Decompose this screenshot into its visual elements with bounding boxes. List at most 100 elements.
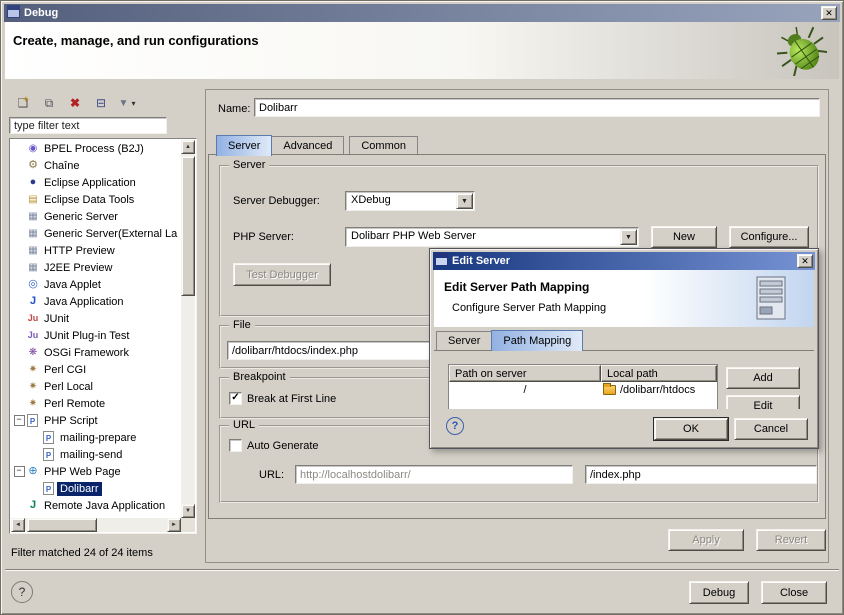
tree-item[interactable]: OSGi Framework bbox=[11, 344, 181, 361]
scroll-left-button[interactable]: ◄ bbox=[11, 518, 25, 532]
filter-button[interactable] bbox=[115, 93, 139, 113]
ok-button[interactable]: OK bbox=[654, 418, 728, 440]
tree-item-label: OSGi Framework bbox=[41, 346, 132, 360]
cancel-button[interactable]: Cancel bbox=[734, 418, 808, 440]
server-debugger-label: Server Debugger: bbox=[233, 195, 320, 207]
tree-item-icon bbox=[25, 498, 41, 513]
column-header-local-path[interactable]: Local path bbox=[601, 365, 717, 382]
tree-item-label: Eclipse Data Tools bbox=[41, 193, 137, 207]
tree-vertical-scrollbar[interactable]: ▲ ▼ bbox=[181, 140, 195, 518]
tree-horizontal-scrollbar[interactable]: ◄ ► bbox=[11, 518, 181, 532]
dialog-heading: Edit Server Path Mapping bbox=[444, 280, 589, 294]
new-config-button[interactable] bbox=[11, 93, 35, 113]
php-server-combo[interactable]: Dolibarr PHP Web Server ▼ bbox=[345, 227, 639, 247]
tree-item[interactable]: mailing-send bbox=[11, 446, 181, 463]
name-input[interactable] bbox=[254, 98, 820, 117]
dialog-subheading: Configure Server Path Mapping bbox=[452, 302, 606, 314]
server-debugger-dropdown-button[interactable]: ▼ bbox=[456, 193, 473, 209]
auto-generate-checkbox[interactable] bbox=[229, 439, 242, 452]
url-path-input[interactable] bbox=[585, 465, 817, 484]
test-debugger-button[interactable]: Test Debugger bbox=[233, 263, 331, 286]
help-button[interactable]: ? bbox=[11, 581, 33, 603]
collapse-all-button[interactable] bbox=[89, 93, 113, 113]
tree-item[interactable]: Chaîne bbox=[11, 157, 181, 174]
tree-item[interactable]: Perl Local bbox=[11, 378, 181, 395]
chevron-down-icon: ▼ bbox=[625, 234, 632, 241]
break-at-first-line-checkbox[interactable]: ✓ bbox=[229, 392, 242, 405]
tab-advanced[interactable]: Advanced bbox=[271, 136, 344, 155]
php-server-label: PHP Server: bbox=[233, 231, 294, 243]
new-server-button[interactable]: New bbox=[651, 226, 717, 248]
close-button[interactable]: Close bbox=[761, 581, 827, 604]
tree-item[interactable]: Generic Server(External La bbox=[11, 225, 181, 242]
tree-item[interactable]: JUnit Plug-in Test bbox=[11, 327, 181, 344]
close-icon: ✕ bbox=[801, 257, 809, 266]
tree-item[interactable]: HTTP Preview bbox=[11, 242, 181, 259]
dialog-title: Edit Server bbox=[452, 255, 797, 267]
tree-item[interactable]: Java Applet bbox=[11, 276, 181, 293]
dialog-window-icon bbox=[435, 253, 448, 269]
server-debugger-value: XDebug bbox=[351, 194, 391, 206]
debug-button[interactable]: Debug bbox=[689, 581, 749, 604]
tree-item[interactable]: Eclipse Data Tools bbox=[11, 191, 181, 208]
dialog-tab-path-mapping[interactable]: Path Mapping bbox=[491, 330, 583, 351]
table-row[interactable]: / /dolibarr/htdocs bbox=[449, 382, 717, 398]
filter-input[interactable] bbox=[9, 117, 167, 134]
tab-label: Advanced bbox=[283, 140, 332, 152]
scroll-down-button[interactable]: ▼ bbox=[181, 504, 195, 518]
dialog-close-button[interactable]: ✕ bbox=[797, 254, 813, 268]
vertical-scroll-thumb[interactable] bbox=[181, 156, 195, 296]
check-icon: ✓ bbox=[231, 393, 239, 403]
tree-item[interactable]: Remote Java Application bbox=[11, 497, 181, 514]
tab-common[interactable]: Common bbox=[349, 136, 418, 155]
tree-item[interactable]: Generic Server bbox=[11, 208, 181, 225]
duplicate-config-button[interactable] bbox=[37, 93, 61, 113]
tree-item[interactable]: PHP Web Page bbox=[11, 463, 181, 480]
url-base-input[interactable] bbox=[295, 465, 573, 484]
revert-button[interactable]: Revert bbox=[756, 529, 826, 551]
url-group-title: URL bbox=[229, 419, 259, 431]
php-server-dropdown-button[interactable]: ▼ bbox=[620, 229, 637, 245]
tree-item[interactable]: J2EE Preview bbox=[11, 259, 181, 276]
tree-item-label: PHP Script bbox=[41, 414, 101, 428]
tree-item[interactable]: Dolibarr bbox=[11, 480, 181, 497]
window-titlebar: Debug ✕ bbox=[4, 4, 840, 22]
tree-item[interactable]: mailing-prepare bbox=[11, 429, 181, 446]
tree-expander-icon[interactable] bbox=[13, 415, 25, 426]
delete-icon bbox=[70, 96, 80, 110]
break-at-first-line-label: Break at First Line bbox=[247, 393, 336, 405]
tree-item-label: mailing-send bbox=[57, 448, 125, 462]
name-label: Name: bbox=[218, 103, 250, 115]
collapse-all-icon bbox=[96, 96, 106, 110]
dialog-help-button[interactable]: ? bbox=[446, 417, 464, 435]
scroll-right-button[interactable]: ► bbox=[167, 518, 181, 532]
horizontal-scroll-thumb[interactable] bbox=[27, 518, 97, 532]
window-close-button[interactable]: ✕ bbox=[821, 6, 837, 20]
apply-button[interactable]: Apply bbox=[668, 529, 744, 551]
tree-expander-icon[interactable] bbox=[13, 466, 25, 477]
tree-item[interactable]: Eclipse Application bbox=[11, 174, 181, 191]
tree-item[interactable]: Perl CGI bbox=[11, 361, 181, 378]
tree-item-label: JUnit bbox=[41, 312, 72, 326]
path-mapping-tab-content: Path on server Local path / /dolibarr/ht… bbox=[434, 350, 814, 444]
tree-item[interactable]: JUnit bbox=[11, 310, 181, 327]
dialog-banner: Edit Server Path Mapping Configure Serve… bbox=[434, 270, 814, 327]
tree-item-icon bbox=[25, 193, 41, 207]
dialog-tab-server[interactable]: Server bbox=[436, 331, 492, 350]
tree-item-label: BPEL Process (B2J) bbox=[41, 142, 147, 156]
sidebar: BPEL Process (B2J) Chaîne Eclipse Applic… bbox=[9, 91, 197, 539]
tree-item[interactable]: Java Application bbox=[11, 293, 181, 310]
tree-item[interactable]: PHP Script bbox=[11, 412, 181, 429]
local-path-value: /dolibarr/htdocs bbox=[620, 384, 695, 396]
column-header-path-on-server[interactable]: Path on server bbox=[449, 365, 601, 382]
server-debugger-combo[interactable]: XDebug ▼ bbox=[345, 191, 475, 211]
scroll-up-button[interactable]: ▲ bbox=[181, 140, 195, 154]
config-tree: BPEL Process (B2J) Chaîne Eclipse Applic… bbox=[11, 140, 181, 518]
tree-item[interactable]: Perl Remote bbox=[11, 395, 181, 412]
server-image bbox=[754, 276, 788, 323]
add-mapping-button[interactable]: Add bbox=[726, 367, 800, 389]
configure-server-button[interactable]: Configure... bbox=[729, 226, 809, 248]
tab-server[interactable]: Server bbox=[216, 135, 272, 156]
delete-config-button[interactable] bbox=[63, 93, 87, 113]
tree-item[interactable]: BPEL Process (B2J) bbox=[11, 140, 181, 157]
